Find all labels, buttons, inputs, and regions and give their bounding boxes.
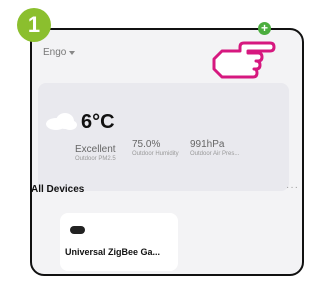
stat-pm25: Excellent Outdoor PM2.5: [75, 144, 116, 162]
stat-label: Outdoor Humidity: [132, 151, 179, 157]
stat-air-pressure: 991hPa Outdoor Air Pres...: [190, 139, 239, 157]
home-selector[interactable]: Engo: [43, 47, 76, 58]
gateway-icon: [70, 226, 85, 234]
chevron-down-icon: [69, 50, 76, 55]
more-options-icon[interactable]: ···: [286, 182, 299, 193]
device-card[interactable]: Universal ZigBee Ga...: [60, 213, 178, 271]
stat-humidity: 75.0% Outdoor Humidity: [132, 139, 179, 157]
plus-circle-icon[interactable]: +: [258, 22, 271, 35]
weather-card[interactable]: 6°C Excellent Outdoor PM2.5 75.0% Outdoo…: [38, 83, 289, 191]
step-badge: 1: [17, 8, 51, 42]
stat-value: Excellent: [75, 144, 116, 155]
stat-label: Outdoor PM2.5: [75, 156, 116, 162]
temperature-value: 6°C: [81, 111, 115, 133]
stat-value: 75.0%: [132, 139, 161, 150]
stat-label: Outdoor Air Pres...: [190, 151, 240, 157]
stat-value: 991hPa: [190, 139, 225, 150]
device-name: Universal ZigBee Ga...: [65, 247, 161, 257]
cloud-icon: [46, 113, 77, 130]
home-name-label: Engo: [43, 47, 67, 58]
section-title-all-devices: All Devices: [31, 184, 85, 195]
pointing-hand-icon: [210, 37, 276, 86]
